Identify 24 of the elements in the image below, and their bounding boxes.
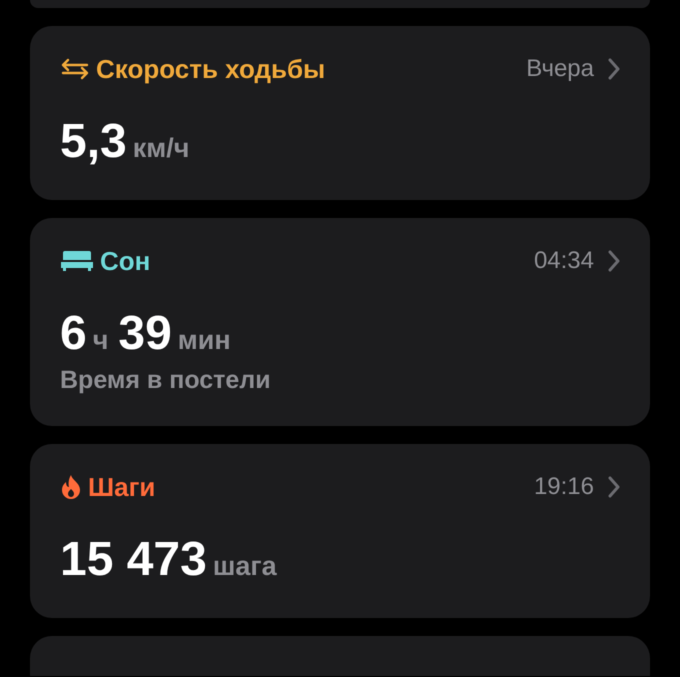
health-card[interactable]: Сон 04:34 6 ч 39 мин Время в постели <box>30 218 650 426</box>
metric-caption: Время в постели <box>60 365 272 396</box>
health-card[interactable]: Скорость ходьбы Вчера 5,3 км/ч <box>30 26 650 200</box>
metric-unit: мин <box>178 324 231 357</box>
health-card[interactable]: Шаги 19:16 15 473 шага <box>30 444 650 618</box>
card-title: Сон <box>100 245 150 278</box>
card-title: Скорость ходьбы <box>96 53 326 86</box>
timestamp: 19:16 <box>534 472 594 502</box>
metric-unit: км/ч <box>132 132 190 165</box>
metric-value: 39 <box>118 306 172 362</box>
chevron-icon <box>608 58 620 80</box>
metric-value: 6 <box>60 306 87 362</box>
metric-value: 5,3 <box>60 114 127 170</box>
chevron-icon <box>608 476 620 498</box>
metric-unit: ч <box>92 324 108 357</box>
metric-unit: шага <box>212 550 277 583</box>
flame-icon <box>60 474 82 500</box>
timestamp: 04:34 <box>534 246 594 276</box>
arrows-icon <box>60 57 90 81</box>
card-title: Шаги <box>88 471 156 504</box>
timestamp: Вчера <box>526 54 594 84</box>
metric-value: 15 473 <box>60 532 207 588</box>
chevron-icon <box>608 250 620 272</box>
bed-icon <box>60 250 94 272</box>
